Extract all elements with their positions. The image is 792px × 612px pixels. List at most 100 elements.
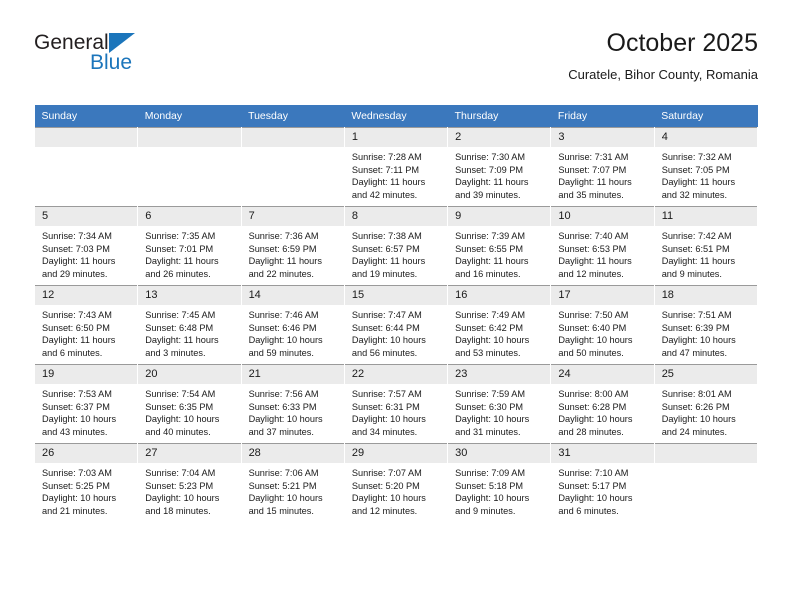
calendar-day-cell[interactable]: 22 Sunrise: 7:57 AM Sunset: 6:31 PM Dayligh… bbox=[343, 364, 449, 444]
day-detail-line: Sunrise: 7:42 AM bbox=[661, 231, 732, 241]
calendar-day-cell[interactable]: 23 Sunrise: 7:59 AM Sunset: 6:30 PM Dayligh… bbox=[447, 364, 552, 444]
day-details: Sunrise: 7:04 AM Sunset: 5:23 PM Daylight:… bbox=[138, 463, 240, 517]
calendar-day-cell[interactable]: 10 Sunrise: 7:40 AM Sunset: 6:53 PM Dayligh… bbox=[550, 206, 655, 286]
day-detail-line: Sunset: 6:53 PM bbox=[558, 243, 627, 254]
weekday-header-sunday: Sunday bbox=[34, 105, 138, 128]
calendar-day-cell[interactable]: 13 Sunrise: 7:45 AM Sunset: 6:48 PM Dayligh… bbox=[137, 285, 242, 365]
day-detail-line: Sunrise: 7:46 AM bbox=[248, 310, 319, 320]
calendar-day-cell[interactable]: 17 Sunrise: 7:50 AM Sunset: 6:40 PM Dayligh… bbox=[550, 285, 655, 365]
calendar-day-cell[interactable]: 2 Sunrise: 7:30 AM Sunset: 7:09 PM Daylight… bbox=[447, 127, 552, 207]
title-block: October 2025 Curatele, Bihor County, Rom… bbox=[568, 28, 758, 84]
day-details: Sunrise: 7:03 AM Sunset: 5:25 PM Daylight:… bbox=[35, 463, 137, 517]
day-details: Sunrise: 7:39 AM Sunset: 6:55 PM Daylight:… bbox=[448, 226, 550, 280]
calendar-day-cell[interactable]: 16 Sunrise: 7:49 AM Sunset: 6:42 PM Dayligh… bbox=[447, 285, 552, 365]
calendar-day-cell[interactable]: 3 Sunrise: 7:31 AM Sunset: 7:07 PM Daylight… bbox=[550, 127, 655, 207]
calendar-day-cell[interactable]: 19 Sunrise: 7:53 AM Sunset: 6:37 PM Dayligh… bbox=[33, 364, 139, 444]
day-number: 13 bbox=[138, 286, 241, 305]
day-detail-line: Sunrise: 7:49 AM bbox=[455, 310, 526, 320]
calendar-day-cell[interactable]: 26 Sunrise: 7:03 AM Sunset: 5:25 PM Dayligh… bbox=[33, 443, 139, 522]
calendar-day-cell[interactable]: 27 Sunrise: 7:04 AM Sunset: 5:23 PM Dayligh… bbox=[137, 443, 242, 522]
calendar-day-cell[interactable]: 8 Sunrise: 7:38 AM Sunset: 6:57 PM Daylight… bbox=[343, 206, 449, 286]
calendar-day-cell[interactable]: 31 Sunrise: 7:10 AM Sunset: 5:17 PM Dayligh… bbox=[550, 443, 655, 522]
day-detail-line: Sunrise: 7:30 AM bbox=[455, 152, 526, 162]
general-blue-logo: General Blue bbox=[34, 32, 224, 90]
day-details: Sunrise: 7:45 AM Sunset: 6:48 PM Daylight:… bbox=[138, 305, 240, 359]
calendar-day-cell[interactable]: 28 Sunrise: 7:06 AM Sunset: 5:21 PM Dayligh… bbox=[240, 443, 345, 522]
day-number: 14 bbox=[241, 286, 344, 305]
day-detail-line: Daylight: 10 hours bbox=[455, 335, 530, 346]
calendar-day-cell[interactable]: 18 Sunrise: 7:51 AM Sunset: 6:39 PM Dayligh… bbox=[653, 285, 759, 365]
calendar-day-cell[interactable]: 25 Sunrise: 8:01 AM Sunset: 6:26 PM Dayligh… bbox=[653, 364, 759, 444]
calendar-page: General Blue October 2025 Curatele, Biho… bbox=[0, 0, 792, 612]
day-details: Sunrise: 7:59 AM Sunset: 6:30 PM Daylight:… bbox=[448, 384, 550, 438]
day-details bbox=[242, 147, 344, 151]
calendar-cell-empty bbox=[137, 127, 242, 207]
day-detail-line: Daylight: 10 hours bbox=[661, 414, 736, 425]
day-detail-line: and 39 minutes. bbox=[455, 189, 521, 200]
page-header: General Blue October 2025 Curatele, Biho… bbox=[34, 28, 758, 98]
calendar-grid: Sunday Monday Tuesday Wednesday Thursday… bbox=[33, 105, 759, 522]
calendar-day-cell[interactable]: 9 Sunrise: 7:39 AM Sunset: 6:55 PM Daylight… bbox=[447, 206, 552, 286]
calendar-day-cell[interactable]: 4 Sunrise: 7:32 AM Sunset: 7:05 PM Daylight… bbox=[653, 127, 759, 207]
day-detail-line: Sunset: 6:40 PM bbox=[558, 322, 627, 333]
day-number: 24 bbox=[551, 365, 654, 384]
day-detail-line: and 26 minutes. bbox=[145, 268, 211, 279]
day-number bbox=[241, 128, 344, 147]
calendar-day-cell[interactable]: 11 Sunrise: 7:42 AM Sunset: 6:51 PM Dayligh… bbox=[653, 206, 759, 286]
day-detail-line: Daylight: 10 hours bbox=[455, 493, 530, 504]
day-detail-line: Daylight: 11 hours bbox=[145, 256, 219, 267]
day-detail-line: Sunrise: 7:28 AM bbox=[351, 152, 422, 162]
day-details: Sunrise: 7:49 AM Sunset: 6:42 PM Daylight:… bbox=[448, 305, 550, 359]
day-detail-line: and 22 minutes. bbox=[248, 268, 314, 279]
calendar-day-cell[interactable]: 7 Sunrise: 7:36 AM Sunset: 6:59 PM Daylight… bbox=[240, 206, 345, 286]
day-details: Sunrise: 7:32 AM Sunset: 7:05 PM Daylight:… bbox=[655, 147, 757, 201]
day-detail-line: Sunset: 6:46 PM bbox=[248, 322, 317, 333]
day-detail-line: Daylight: 10 hours bbox=[248, 493, 323, 504]
day-number bbox=[654, 444, 757, 463]
day-detail-line: and 59 minutes. bbox=[248, 347, 314, 358]
day-detail-line: Sunset: 7:09 PM bbox=[455, 164, 524, 175]
day-detail-line: Daylight: 11 hours bbox=[661, 256, 736, 267]
day-details bbox=[35, 147, 137, 151]
calendar-week-row: 19 Sunrise: 7:53 AM Sunset: 6:37 PM Dayligh… bbox=[33, 364, 759, 444]
calendar-day-cell[interactable]: 12 Sunrise: 7:43 AM Sunset: 6:50 PM Dayligh… bbox=[33, 285, 139, 365]
day-detail-line: Sunset: 7:11 PM bbox=[351, 164, 420, 175]
calendar-week-row: 5 Sunrise: 7:34 AM Sunset: 7:03 PM Daylight… bbox=[33, 206, 759, 286]
day-number: 12 bbox=[35, 286, 138, 305]
day-details: Sunrise: 7:51 AM Sunset: 6:39 PM Daylight:… bbox=[655, 305, 757, 359]
day-details: Sunrise: 7:09 AM Sunset: 5:18 PM Daylight:… bbox=[448, 463, 550, 517]
day-detail-line: Sunrise: 7:45 AM bbox=[145, 310, 216, 320]
day-details: Sunrise: 7:07 AM Sunset: 5:20 PM Daylight:… bbox=[345, 463, 447, 517]
day-number: 7 bbox=[241, 207, 344, 226]
calendar-day-cell[interactable]: 5 Sunrise: 7:34 AM Sunset: 7:03 PM Daylight… bbox=[33, 206, 139, 286]
calendar-day-cell[interactable]: 29 Sunrise: 7:07 AM Sunset: 5:20 PM Dayligh… bbox=[343, 443, 449, 522]
calendar-week-row: 26 Sunrise: 7:03 AM Sunset: 5:25 PM Dayligh… bbox=[33, 443, 759, 522]
day-detail-line: Sunset: 5:21 PM bbox=[248, 480, 317, 491]
day-detail-line: and 19 minutes. bbox=[351, 268, 418, 279]
day-detail-line: and 31 minutes. bbox=[455, 426, 521, 437]
calendar-day-cell[interactable]: 6 Sunrise: 7:35 AM Sunset: 7:01 PM Daylight… bbox=[137, 206, 242, 286]
day-details bbox=[655, 463, 757, 467]
day-detail-line: Sunrise: 7:34 AM bbox=[42, 231, 112, 241]
calendar-day-cell[interactable]: 21 Sunrise: 7:56 AM Sunset: 6:33 PM Dayligh… bbox=[240, 364, 345, 444]
day-details: Sunrise: 7:57 AM Sunset: 6:31 PM Daylight:… bbox=[345, 384, 447, 438]
calendar-day-cell[interactable]: 24 Sunrise: 8:00 AM Sunset: 6:28 PM Dayligh… bbox=[550, 364, 655, 444]
day-detail-line: Daylight: 10 hours bbox=[455, 414, 530, 425]
day-detail-line: Sunset: 7:03 PM bbox=[42, 243, 110, 254]
day-detail-line: and 12 minutes. bbox=[351, 505, 418, 516]
day-number: 11 bbox=[654, 207, 757, 226]
day-detail-line: Daylight: 10 hours bbox=[248, 335, 323, 346]
calendar-day-cell[interactable]: 30 Sunrise: 7:09 AM Sunset: 5:18 PM Dayligh… bbox=[447, 443, 552, 522]
logo-triangle-icon bbox=[108, 33, 135, 53]
calendar-day-cell[interactable]: 15 Sunrise: 7:47 AM Sunset: 6:44 PM Dayligh… bbox=[343, 285, 449, 365]
weekday-header-thursday: Thursday bbox=[447, 105, 551, 128]
day-detail-line: Daylight: 10 hours bbox=[145, 493, 220, 504]
calendar-day-cell[interactable]: 1 Sunrise: 7:28 AM Sunset: 7:11 PM Daylight… bbox=[343, 127, 449, 207]
day-detail-line: and 43 minutes. bbox=[42, 426, 108, 437]
calendar-day-cell[interactable]: 14 Sunrise: 7:46 AM Sunset: 6:46 PM Dayligh… bbox=[240, 285, 345, 365]
calendar-day-cell[interactable]: 20 Sunrise: 7:54 AM Sunset: 6:35 PM Dayligh… bbox=[137, 364, 242, 444]
day-detail-line: Daylight: 10 hours bbox=[248, 414, 323, 425]
day-detail-line: and 3 minutes. bbox=[145, 347, 206, 358]
day-details: Sunrise: 7:56 AM Sunset: 6:33 PM Daylight:… bbox=[242, 384, 344, 438]
day-details: Sunrise: 7:30 AM Sunset: 7:09 PM Daylight:… bbox=[448, 147, 550, 201]
